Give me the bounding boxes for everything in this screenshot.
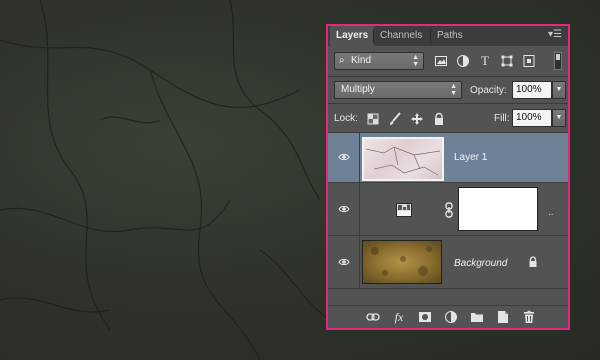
filter-toggle-knob xyxy=(556,54,560,60)
layer-row-adjustment[interactable]: .. xyxy=(328,183,568,236)
lock-all-icon[interactable] xyxy=(432,112,446,126)
visibility-column xyxy=(328,133,360,182)
add-mask-icon[interactable] xyxy=(418,310,432,324)
fill-label: Fill: xyxy=(494,113,510,124)
lock-image-brush-icon[interactable] xyxy=(388,112,402,126)
new-group-icon[interactable] xyxy=(470,310,484,324)
layer-mask-thumbnail[interactable] xyxy=(458,187,538,231)
lock-position-move-icon[interactable] xyxy=(410,112,424,126)
opacity-label: Opacity: xyxy=(470,85,507,96)
blend-mode-select[interactable]: Multiply ▲ ▼ xyxy=(334,81,462,99)
layer-row-layer-1[interactable]: Layer 1 xyxy=(328,133,568,183)
link-icon[interactable] xyxy=(444,202,454,218)
layer-thumbnail[interactable] xyxy=(362,240,442,284)
new-layer-icon[interactable] xyxy=(496,310,510,324)
filter-adjustment-icon[interactable] xyxy=(456,54,470,68)
lock-icon xyxy=(529,256,537,267)
layer-row-background[interactable]: Background xyxy=(328,236,568,289)
levels-adjustment-icon[interactable] xyxy=(396,203,412,217)
filter-pixel-icon[interactable] xyxy=(434,54,448,68)
visibility-column xyxy=(328,236,360,288)
eye-icon[interactable] xyxy=(338,203,350,215)
panel-tab-bar: Layers Channels Paths ▾☰ xyxy=(328,26,568,46)
filter-shape-icon[interactable] xyxy=(500,54,514,68)
filter-kind-label: Kind xyxy=(351,55,372,66)
filter-type-icon[interactable]: T xyxy=(478,54,492,68)
fill-input[interactable]: 100% xyxy=(512,109,552,127)
layer-name[interactable]: Background xyxy=(454,258,507,269)
search-icon: ⌕ xyxy=(339,55,345,66)
chevron-updown-icon: ▲ ▼ xyxy=(412,54,419,68)
visibility-column xyxy=(328,183,360,235)
eye-icon[interactable] xyxy=(338,256,350,268)
filter-kind-select[interactable]: ⌕ Kind ▲ ▼ xyxy=(334,52,424,70)
layer-thumbnail[interactable] xyxy=(362,137,444,181)
fill-dropdown-button[interactable]: ▼ xyxy=(552,109,566,127)
layers-footer: fx xyxy=(328,305,568,328)
tab-channels[interactable]: Channels xyxy=(374,26,428,46)
grunge-thumbnail-texture xyxy=(371,246,432,276)
adjustment-layer-icon[interactable] xyxy=(444,310,458,324)
filter-toggle-switch[interactable] xyxy=(554,52,562,70)
panel-menu-icon[interactable]: ▾☰ xyxy=(548,29,562,40)
more-indicator: .. xyxy=(548,207,554,218)
fx-icon[interactable]: fx xyxy=(392,310,406,324)
opacity-input[interactable]: 100% xyxy=(512,81,552,99)
filter-smartobject-icon[interactable] xyxy=(522,54,536,68)
tab-layers[interactable]: Layers xyxy=(330,26,375,46)
eye-icon[interactable] xyxy=(338,151,350,163)
layers-panel: Layers Channels Paths ▾☰ ⌕ Kind ▲ ▼ T Mu… xyxy=(326,24,570,330)
lock-label: Lock: xyxy=(334,113,358,124)
link-layers-icon[interactable] xyxy=(366,310,380,324)
lock-transparent-icon[interactable] xyxy=(366,112,380,126)
chevron-updown-icon: ▲ ▼ xyxy=(450,83,457,97)
delete-layer-icon[interactable] xyxy=(522,310,536,324)
filter-row: ⌕ Kind ▲ ▼ T xyxy=(328,46,568,76)
layer-name[interactable]: Layer 1 xyxy=(454,152,487,163)
blend-row: Multiply ▲ ▼ Opacity: 100% ▼ xyxy=(328,77,568,103)
blend-mode-value: Multiply xyxy=(341,84,375,95)
crack-thumbnail-texture xyxy=(365,146,441,176)
lock-row: Lock: Fill: 100% ▼ xyxy=(328,104,568,132)
tab-paths[interactable]: Paths xyxy=(431,26,469,46)
opacity-dropdown-button[interactable]: ▼ xyxy=(552,81,566,99)
